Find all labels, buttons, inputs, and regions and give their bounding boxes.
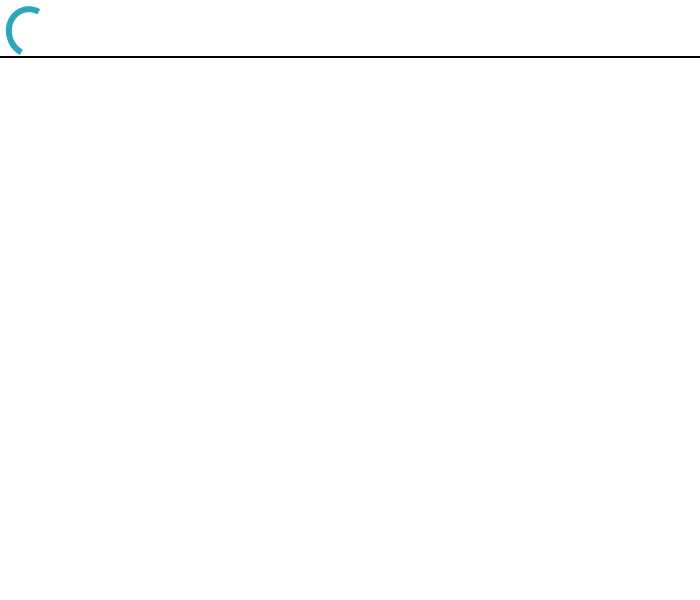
- ionogram-plot-canvas: [0, 0, 700, 600]
- header-divider: [0, 56, 700, 58]
- ionogram-viewer: [0, 0, 700, 600]
